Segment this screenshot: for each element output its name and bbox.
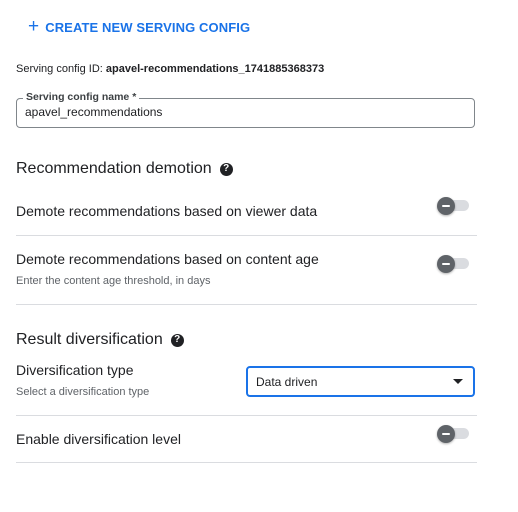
serving-config-name-field[interactable]: Serving config name * — [16, 91, 475, 128]
demote-content-age-label: Demote recommendations based on content … — [16, 251, 319, 267]
diversification-type-label: Diversification type — [16, 362, 134, 378]
create-serving-config-button[interactable]: + CREATE NEW SERVING CONFIG — [28, 16, 250, 38]
serving-config-name-label: Serving config name * — [23, 91, 140, 103]
demote-viewer-data-label: Demote recommendations based on viewer d… — [16, 203, 318, 219]
diversification-type-select[interactable]: Data driven — [246, 366, 475, 397]
recommendation-demotion-heading: Recommendation demotion ? — [16, 160, 233, 178]
divider — [16, 415, 477, 416]
plus-icon: + — [28, 15, 40, 37]
serving-config-id: Serving config ID: apavel-recommendation… — [16, 63, 324, 75]
help-circle-icon[interactable]: ? — [219, 162, 233, 176]
recommendation-demotion-title: Recommendation demotion — [16, 160, 212, 177]
dropdown-arrow-icon — [453, 379, 463, 384]
demote-content-age-toggle[interactable] — [437, 254, 471, 274]
create-serving-config-label: CREATE NEW SERVING CONFIG — [45, 19, 251, 35]
demote-viewer-data-toggle[interactable] — [437, 196, 471, 216]
divider — [16, 462, 477, 463]
divider — [16, 304, 477, 305]
serving-config-name-input[interactable] — [25, 105, 465, 119]
result-diversification-title: Result diversification — [16, 331, 163, 348]
serving-config-id-value: apavel-recommendations_1741885368373 — [105, 63, 325, 75]
serving-config-id-label: Serving config ID: — [16, 63, 103, 75]
help-circle-icon[interactable]: ? — [170, 333, 184, 347]
result-diversification-heading: Result diversification ? — [16, 331, 184, 349]
diversification-type-hint: Select a diversification type — [16, 386, 150, 398]
diversification-level-label: Enable diversification level — [16, 431, 181, 447]
divider — [16, 235, 477, 236]
serving-config-panel: + CREATE NEW SERVING CONFIG Serving conf… — [0, 0, 518, 512]
demote-content-age-hint: Enter the content age threshold, in days — [16, 275, 211, 287]
diversification-type-value: Data driven — [256, 374, 318, 389]
diversification-level-toggle[interactable] — [437, 424, 471, 444]
